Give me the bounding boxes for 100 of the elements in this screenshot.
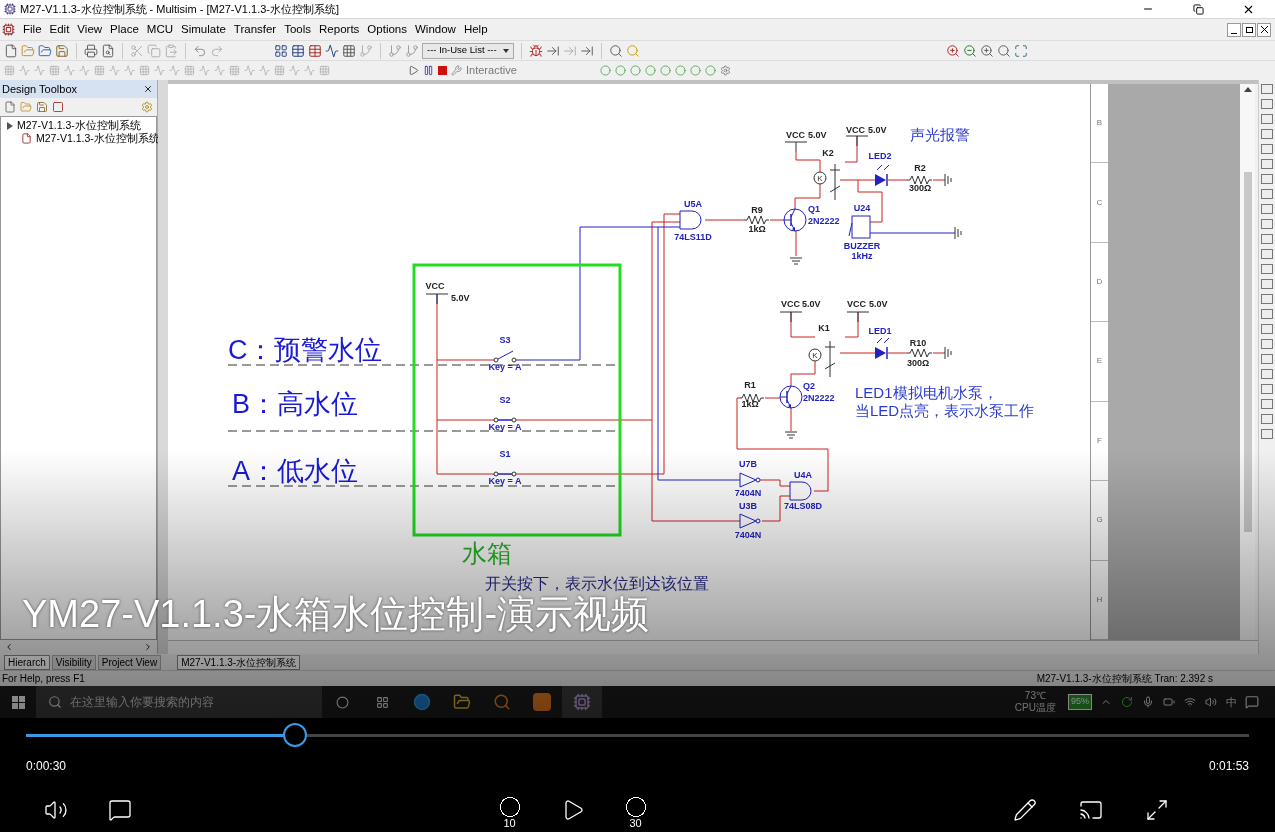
in-use-list-dropdown[interactable]: --- In-Use List --- bbox=[422, 42, 514, 59]
instrument-icon[interactable] bbox=[1261, 219, 1273, 229]
instrument-icon[interactable] bbox=[1261, 264, 1273, 274]
fullscreen-icon[interactable] bbox=[1145, 798, 1169, 822]
window-icon[interactable] bbox=[52, 101, 64, 113]
zoom-fit-icon[interactable] bbox=[997, 43, 1011, 58]
switch-symbol[interactable] bbox=[493, 471, 517, 477]
grid-icon[interactable] bbox=[274, 43, 288, 58]
battery-icon[interactable] bbox=[1163, 696, 1175, 708]
cast-icon[interactable] bbox=[1079, 798, 1103, 822]
grid-icon[interactable] bbox=[342, 43, 356, 58]
new-file-icon[interactable] bbox=[4, 43, 18, 58]
menu-item[interactable]: File bbox=[19, 20, 46, 39]
notification-icon[interactable] bbox=[1245, 695, 1259, 709]
sheet-tab[interactable]: M27-V1.1.3-水位控制系统 bbox=[177, 654, 301, 670]
pause-icon[interactable] bbox=[423, 65, 434, 76]
menu-item[interactable]: Options bbox=[363, 20, 411, 39]
instrument-icon[interactable] bbox=[1261, 429, 1273, 439]
settings-icon[interactable] bbox=[720, 65, 731, 76]
instrument-icon[interactable] bbox=[1261, 309, 1273, 319]
probe-icon[interactable] bbox=[600, 65, 611, 76]
undo-icon[interactable] bbox=[193, 43, 207, 58]
graph-icon[interactable] bbox=[325, 43, 339, 58]
expand-toggle[interactable] bbox=[7, 121, 13, 130]
instrument-icon[interactable] bbox=[1261, 159, 1273, 169]
menu-item[interactable]: Window bbox=[411, 20, 460, 39]
folder-icon[interactable] bbox=[38, 43, 52, 58]
instrument-icon[interactable] bbox=[1261, 384, 1273, 394]
panel-tab[interactable]: Project View bbox=[97, 654, 162, 670]
input-method[interactable]: 中 bbox=[1226, 693, 1237, 711]
vertical-scrollbar[interactable] bbox=[1240, 84, 1255, 640]
instrument-icon[interactable] bbox=[1261, 174, 1273, 184]
scroll-right-icon[interactable] bbox=[143, 642, 153, 652]
instrument-icon[interactable] bbox=[1261, 114, 1273, 124]
switch-symbol[interactable] bbox=[493, 417, 517, 423]
run-icon[interactable] bbox=[408, 65, 419, 76]
instrument-icon[interactable] bbox=[1261, 414, 1273, 424]
switch-symbol[interactable] bbox=[493, 350, 517, 363]
network-icon[interactable] bbox=[1184, 696, 1196, 708]
bug-icon[interactable] bbox=[529, 43, 543, 58]
volume-icon[interactable] bbox=[44, 798, 68, 822]
search-field[interactable]: 在这里输入你要搜索的内容 bbox=[70, 693, 310, 711]
instrument-icon[interactable] bbox=[1261, 354, 1273, 364]
settings-icon[interactable] bbox=[141, 101, 153, 113]
horizontal-scrollbar[interactable] bbox=[168, 640, 1258, 654]
instrument-icon[interactable] bbox=[1261, 99, 1273, 109]
search-icon[interactable] bbox=[609, 43, 623, 58]
probe-icon[interactable] bbox=[645, 65, 656, 76]
start-icon[interactable] bbox=[11, 695, 25, 709]
taskbar-search-bar[interactable]: 在这里输入你要搜索的内容 bbox=[36, 686, 322, 718]
table-icon[interactable] bbox=[291, 43, 305, 58]
menu-item[interactable]: View bbox=[73, 20, 107, 39]
instrument-icon[interactable] bbox=[1261, 324, 1273, 334]
instrument-icon[interactable] bbox=[1261, 204, 1273, 214]
menu-item[interactable]: Edit bbox=[45, 20, 74, 39]
zoom-in-icon[interactable] bbox=[946, 43, 960, 58]
minimize-button[interactable] bbox=[1227, 22, 1241, 37]
menu-item[interactable]: Simulate bbox=[177, 20, 230, 39]
arrow-icon[interactable] bbox=[580, 43, 594, 58]
branch-icon[interactable] bbox=[405, 43, 419, 58]
arrow-icon[interactable] bbox=[546, 43, 560, 58]
folder-icon[interactable] bbox=[21, 43, 35, 58]
instrument-icon[interactable] bbox=[1261, 369, 1273, 379]
print-icon[interactable] bbox=[84, 43, 98, 58]
instrument-icon[interactable] bbox=[1261, 339, 1273, 349]
tree-item[interactable]: M27-V1.1.3-水位控制系统 bbox=[17, 117, 141, 134]
menu-item[interactable]: MCU bbox=[142, 20, 178, 39]
instrument-icon[interactable] bbox=[1261, 234, 1273, 244]
multisim-icon[interactable] bbox=[573, 693, 591, 711]
panel-tab[interactable]: Visibility bbox=[51, 654, 96, 670]
menu-item[interactable]: Transfer bbox=[229, 20, 281, 39]
probe-icon[interactable] bbox=[675, 65, 686, 76]
subtitles-icon[interactable] bbox=[108, 798, 132, 822]
app-icon[interactable] bbox=[533, 693, 551, 711]
probe-icon[interactable] bbox=[630, 65, 641, 76]
new-file-icon[interactable] bbox=[4, 101, 16, 113]
zoom-area-icon[interactable] bbox=[980, 43, 994, 58]
folder-icon[interactable] bbox=[20, 101, 32, 113]
table-icon[interactable] bbox=[308, 43, 322, 58]
probe-icon[interactable] bbox=[705, 65, 716, 76]
pen-icon[interactable] bbox=[1013, 798, 1037, 822]
instrument-icon[interactable] bbox=[1261, 399, 1273, 409]
menu-item[interactable]: Tools bbox=[280, 20, 316, 39]
menu-item[interactable]: Place bbox=[106, 20, 143, 39]
close-icon[interactable] bbox=[143, 84, 153, 94]
folder-icon[interactable] bbox=[453, 693, 471, 711]
save-icon[interactable] bbox=[55, 43, 69, 58]
panel-tab[interactable]: Hierarch bbox=[4, 654, 50, 670]
microphone-icon[interactable] bbox=[1142, 696, 1154, 708]
scroll-left-icon[interactable] bbox=[4, 642, 14, 652]
probe-icon[interactable] bbox=[615, 65, 626, 76]
menu-item[interactable]: Help bbox=[459, 20, 492, 39]
instrument-icon[interactable] bbox=[1261, 279, 1273, 289]
instrument-icon[interactable] bbox=[1261, 144, 1273, 154]
menu-item[interactable]: Reports bbox=[315, 20, 364, 39]
browser-icon[interactable] bbox=[413, 693, 431, 711]
search-app-icon[interactable] bbox=[493, 693, 511, 711]
branch-icon[interactable] bbox=[388, 43, 402, 58]
sync-icon[interactable] bbox=[1121, 696, 1133, 708]
print-preview-icon[interactable] bbox=[101, 43, 115, 58]
